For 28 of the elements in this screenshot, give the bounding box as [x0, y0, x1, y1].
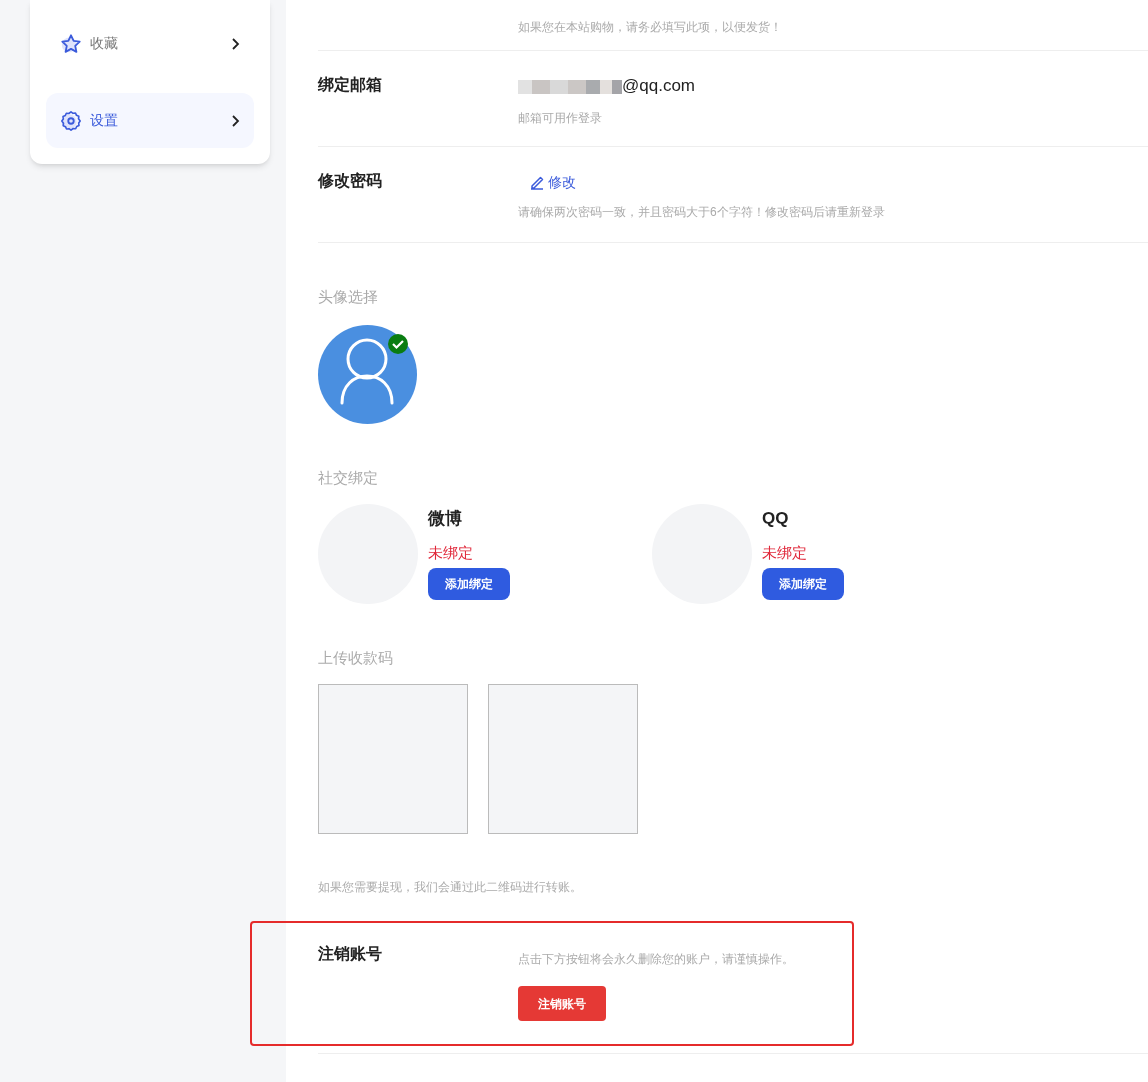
edit-password-link[interactable]: 修改	[528, 172, 576, 193]
binding-status: 未绑定	[428, 542, 474, 563]
gear-icon	[60, 109, 82, 132]
password-label: 修改密码	[318, 171, 383, 191]
delete-account-label: 注销账号	[318, 944, 383, 964]
delete-account-button[interactable]: 注销账号	[518, 986, 606, 1021]
address-hint: 如果您在本站购物，请务必填写此项，以便发货！	[518, 20, 782, 34]
email-label: 绑定邮箱	[318, 75, 383, 95]
password-hint: 请确保两次密码一致，并且密码大于6个字符！修改密码后请重新登录	[518, 204, 885, 221]
add-binding-button[interactable]: 添加绑定	[762, 568, 844, 600]
social-name: QQ	[762, 508, 790, 530]
avatar-option[interactable]	[318, 325, 417, 424]
section-heading: 社交绑定	[318, 469, 378, 486]
chevron-right-icon	[230, 37, 240, 50]
payment-hint: 如果您需要提现，我们会通过此二维码进行转账。	[318, 880, 582, 894]
add-binding-button[interactable]: 添加绑定	[428, 568, 510, 600]
star-icon	[60, 32, 82, 55]
upload-slot[interactable]	[318, 684, 468, 834]
sidebar-item[interactable]: 设置	[46, 93, 254, 148]
delete-account-hint: 点击下方按钮将会永久删除您的账户，请谨慎操作。	[518, 951, 794, 968]
social-name: 微博	[428, 508, 463, 530]
upload-slot[interactable]	[488, 684, 638, 834]
email-hint: 邮箱可用作登录	[518, 109, 603, 127]
section-heading: 上传收款码	[318, 649, 393, 666]
section-heading: 头像选择	[318, 288, 378, 305]
email-value: @qq.com	[622, 75, 695, 97]
binding-status: 未绑定	[762, 542, 808, 563]
chevron-right-icon	[230, 114, 240, 127]
